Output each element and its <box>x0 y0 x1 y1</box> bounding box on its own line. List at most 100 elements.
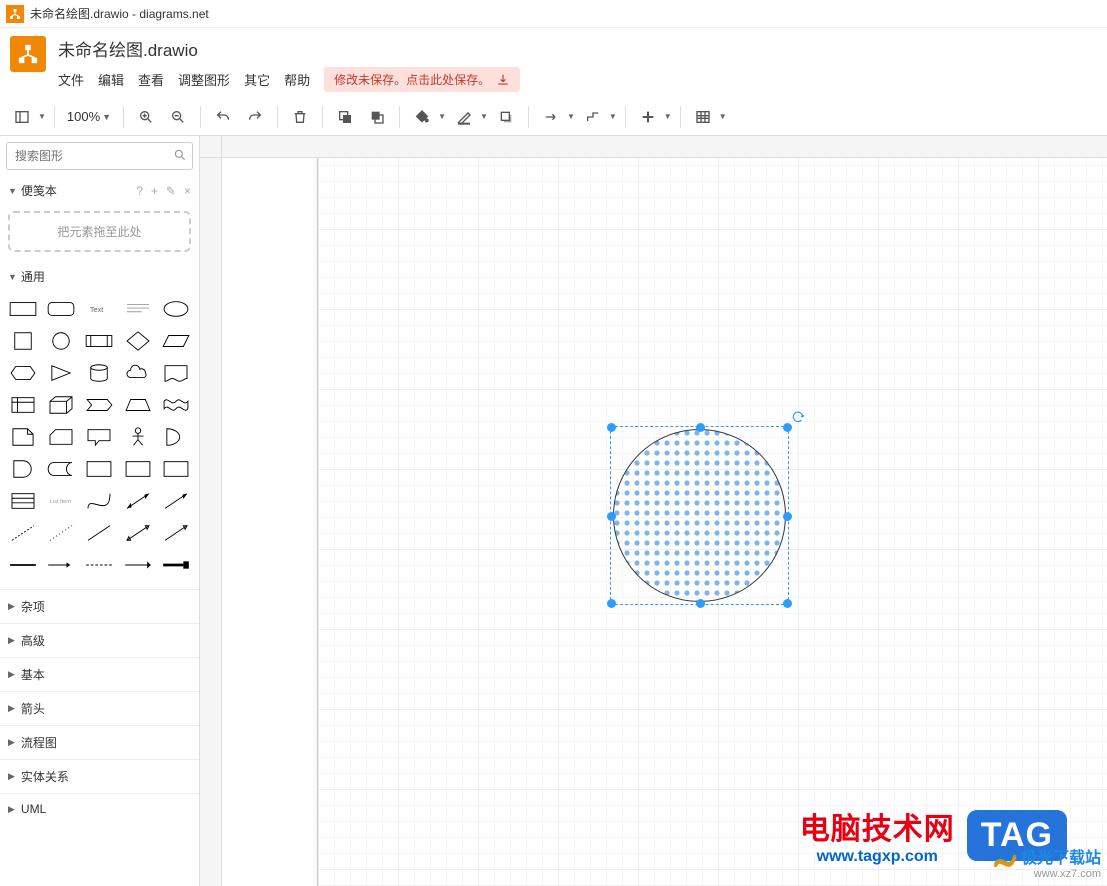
resize-handle-br[interactable] <box>783 599 792 608</box>
zoom-in-button[interactable] <box>132 103 160 131</box>
add-icon[interactable]: + <box>151 184 158 198</box>
help-icon[interactable]: ? <box>136 184 143 198</box>
menu-file[interactable]: 文件 <box>58 70 84 89</box>
shape-hexagon[interactable] <box>6 359 40 387</box>
category-flowchart[interactable]: ▶流程图 <box>0 725 199 759</box>
menu-view[interactable]: 查看 <box>138 70 164 89</box>
app-logo[interactable] <box>10 36 46 72</box>
shape-parallelogram[interactable] <box>159 327 193 355</box>
line-color-button[interactable]: ▼ <box>450 103 488 131</box>
shape-link4[interactable] <box>121 551 155 579</box>
shape-rectangle[interactable] <box>6 295 40 323</box>
shape-or[interactable] <box>159 423 193 451</box>
shape-tape[interactable] <box>159 391 193 419</box>
shape-bidir-arrow[interactable] <box>121 487 155 515</box>
drawing-canvas[interactable]: 电脑技术网 www.tagxp.com TAG 极光下载站 www.xz7.co… <box>222 158 1107 886</box>
search-icon[interactable] <box>173 148 187 165</box>
zoom-level[interactable]: 100% ▼ <box>63 109 115 124</box>
connection-button[interactable]: ▼ <box>537 103 575 131</box>
shape-document[interactable] <box>159 359 193 387</box>
category-er[interactable]: ▶实体关系 <box>0 759 199 793</box>
shape-circle[interactable] <box>44 327 78 355</box>
shape-link5[interactable] <box>159 551 193 579</box>
resize-handle-bm[interactable] <box>696 599 705 608</box>
ruler-horizontal[interactable] <box>222 136 1107 158</box>
shape-and[interactable] <box>6 455 40 483</box>
shape-bidir-thin[interactable] <box>121 519 155 547</box>
category-uml[interactable]: ▶UML <box>0 793 199 824</box>
ruler-corner <box>200 136 222 158</box>
shape-internal-storage[interactable] <box>6 391 40 419</box>
shape-list[interactable] <box>6 487 40 515</box>
shape-text[interactable]: Text <box>82 295 116 323</box>
shape-note[interactable] <box>6 423 40 451</box>
close-icon[interactable]: × <box>184 184 191 198</box>
resize-handle-tm[interactable] <box>696 423 705 432</box>
shape-rounded-rect[interactable] <box>44 295 78 323</box>
undo-button[interactable] <box>209 103 237 131</box>
fill-color-button[interactable]: ▼ <box>408 103 446 131</box>
shape-link2[interactable] <box>44 551 78 579</box>
save-notice[interactable]: 修改未保存。点击此处保存。 <box>324 67 520 92</box>
ruler-vertical[interactable] <box>200 158 222 886</box>
shape-trapezoid[interactable] <box>121 391 155 419</box>
shape-dir-thin[interactable] <box>159 519 193 547</box>
menu-extras[interactable]: 其它 <box>244 70 270 89</box>
menu-help[interactable]: 帮助 <box>284 70 310 89</box>
shape-cube[interactable] <box>44 391 78 419</box>
category-advanced[interactable]: ▶高级 <box>0 623 199 657</box>
redo-button[interactable] <box>241 103 269 131</box>
table-button[interactable]: ▼ <box>689 103 727 131</box>
delete-button[interactable] <box>286 103 314 131</box>
shape-data-storage[interactable] <box>44 455 78 483</box>
category-misc[interactable]: ▶杂项 <box>0 589 199 623</box>
shape-step[interactable] <box>82 391 116 419</box>
shape-square[interactable] <box>6 327 40 355</box>
insert-button[interactable]: ▼ <box>634 103 672 131</box>
menu-arrange[interactable]: 调整图形 <box>178 70 230 89</box>
scratchpad-dropzone[interactable]: 把元素拖至此处 <box>8 211 191 252</box>
resize-handle-bl[interactable] <box>607 599 616 608</box>
shape-cylinder[interactable] <box>82 359 116 387</box>
shape-card[interactable] <box>44 423 78 451</box>
shape-callout[interactable] <box>82 423 116 451</box>
shape-line[interactable] <box>82 519 116 547</box>
selected-ellipse-shape[interactable] <box>612 428 787 603</box>
search-input[interactable] <box>6 142 193 170</box>
category-basic[interactable]: ▶基本 <box>0 657 199 691</box>
shape-container2[interactable] <box>121 455 155 483</box>
menu-edit[interactable]: 编辑 <box>98 70 124 89</box>
shape-link1[interactable] <box>6 551 40 579</box>
shape-cloud[interactable] <box>121 359 155 387</box>
shape-textbox[interactable] <box>121 295 155 323</box>
shape-dashed-line[interactable] <box>6 519 40 547</box>
resize-handle-mr[interactable] <box>783 512 792 521</box>
zoom-out-button[interactable] <box>164 103 192 131</box>
rotate-handle[interactable] <box>791 410 805 424</box>
resize-handle-ml[interactable] <box>607 512 616 521</box>
shadow-button[interactable] <box>492 103 520 131</box>
to-back-button[interactable] <box>363 103 391 131</box>
general-header[interactable]: ▼ 通用 <box>0 262 199 291</box>
waypoint-button[interactable]: ▼ <box>579 103 617 131</box>
scratchpad-header[interactable]: ▼ 便笺本 ? + ✎ × <box>0 176 199 205</box>
shape-triangle[interactable] <box>44 359 78 387</box>
to-front-button[interactable] <box>331 103 359 131</box>
edit-icon[interactable]: ✎ <box>166 184 176 198</box>
shape-diamond[interactable] <box>121 327 155 355</box>
shape-ellipse[interactable] <box>159 295 193 323</box>
shape-actor[interactable] <box>121 423 155 451</box>
resize-handle-tl[interactable] <box>607 423 616 432</box>
shape-list-item[interactable]: List Item <box>44 487 78 515</box>
shape-arrow[interactable] <box>159 487 193 515</box>
resize-handle-tr[interactable] <box>783 423 792 432</box>
shape-container[interactable] <box>82 455 116 483</box>
shape-curve[interactable] <box>82 487 116 515</box>
shape-container3[interactable] <box>159 455 193 483</box>
shape-link3[interactable] <box>82 551 116 579</box>
document-title[interactable]: 未命名绘图.drawio <box>58 36 1097 61</box>
view-panel-button[interactable]: ▼ <box>8 103 46 131</box>
shape-process[interactable] <box>82 327 116 355</box>
shape-dotted-line[interactable] <box>44 519 78 547</box>
category-arrows[interactable]: ▶箭头 <box>0 691 199 725</box>
